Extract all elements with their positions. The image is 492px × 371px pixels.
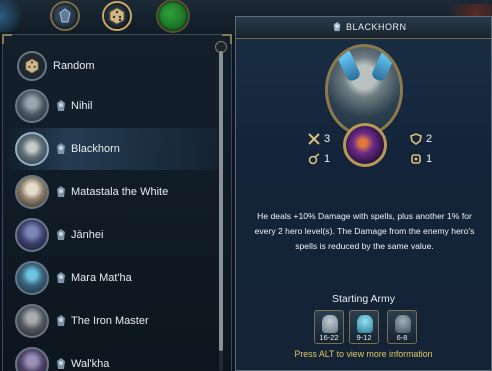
hero-row-iron-master[interactable]: The Iron Master	[3, 300, 218, 342]
necropolis-faction-icon	[57, 358, 65, 369]
unit-count: 6-8	[396, 333, 408, 342]
spellpower-stat: 1	[308, 153, 330, 165]
top-bar-glow	[0, 0, 28, 32]
hero-name: Matastala the White	[71, 186, 169, 198]
green-orb-icon	[158, 1, 188, 31]
hero-portrait	[15, 347, 49, 371]
hero-name: Random	[53, 60, 95, 72]
unit-count: 9-12	[356, 333, 372, 342]
portrait-horn	[370, 49, 396, 83]
defense-stat: 2	[410, 133, 432, 145]
necropolis-faction-icon	[57, 315, 65, 326]
dice-icon	[17, 51, 47, 81]
hero-specialty-description: He deals +10% Damage with spells, plus a…	[254, 211, 475, 251]
spellpower-value: 1	[324, 153, 331, 165]
faction-button[interactable]	[50, 1, 80, 31]
hero-portrait	[15, 89, 49, 123]
faction-emblem-icon	[52, 3, 78, 29]
unit-icon	[322, 315, 338, 333]
knowledge-value: 1	[426, 153, 433, 165]
necropolis-faction-icon	[57, 186, 65, 197]
hero-name: Blackhorn	[71, 143, 120, 155]
hero-portrait	[15, 261, 49, 295]
detail-title-bar: BLACKHORN	[236, 17, 491, 39]
hero-portrait	[15, 175, 49, 209]
hero-row-random[interactable]: Random	[3, 45, 218, 87]
hero-row-mara-matha[interactable]: Mara Mat'ha	[3, 257, 218, 299]
hero-row-janhei[interactable]: Jānhei	[3, 214, 218, 256]
necropolis-faction-icon	[57, 100, 65, 111]
hero-row-nihil[interactable]: Nihil	[3, 85, 218, 127]
unit-icon	[357, 315, 373, 333]
hero-portrait	[15, 304, 49, 338]
hero-name: Wal'kha	[71, 358, 110, 370]
portrait-horn	[336, 49, 362, 83]
hero-row-blackhorn[interactable]: Blackhorn	[3, 128, 218, 170]
shield-icon	[410, 133, 422, 145]
starting-army-label: Starting Army	[331, 293, 396, 305]
necropolis-faction-icon	[57, 272, 65, 283]
hero-name: Jānhei	[71, 229, 104, 241]
necropolis-faction-icon	[57, 143, 65, 154]
dice-icon	[104, 3, 130, 29]
unit-icon	[395, 315, 411, 333]
necropolis-faction-icon	[57, 229, 65, 240]
crossed-swords-icon	[308, 133, 320, 145]
army-unit-slot[interactable]: 9-12	[349, 310, 379, 344]
green-status-button[interactable]	[156, 0, 190, 33]
hero-name: The Iron Master	[71, 315, 149, 327]
knowledge-icon	[411, 154, 421, 164]
necropolis-faction-icon	[333, 22, 341, 32]
hero-portrait	[15, 218, 49, 252]
alt-info-hint: Press ALT to view more information	[294, 349, 433, 359]
army-unit-slot[interactable]: 6-8	[387, 310, 417, 344]
hero-detail-panel: BLACKHORN 3 1 2 1 He deals +10% Damage w…	[235, 16, 492, 371]
hero-name: Mara Mat'ha	[71, 272, 132, 284]
attack-stat: 3	[308, 133, 330, 145]
knowledge-stat: 1	[410, 153, 432, 165]
hero-row-walkha[interactable]: Wal'kha	[3, 343, 218, 371]
unit-count: 16-22	[319, 333, 339, 342]
attack-value: 3	[324, 133, 331, 145]
hero-portrait	[15, 132, 49, 166]
random-dice-button[interactable]	[102, 1, 132, 31]
hero-name: Nihil	[71, 100, 93, 112]
hero-list-panel: Random Nihil Blackhorn Matastala the Whi…	[2, 34, 232, 371]
army-unit-slot[interactable]: 16-22	[314, 310, 344, 344]
panel-corner	[2, 34, 12, 44]
scrollbar-thumb[interactable]	[219, 51, 223, 351]
scrollbar[interactable]	[219, 51, 223, 371]
hero-title: BLACKHORN	[346, 22, 407, 32]
hero-row-matastala[interactable]: Matastala the White	[3, 171, 218, 213]
spellpower-icon	[308, 153, 320, 165]
specialty-spell-icon[interactable]	[343, 123, 387, 167]
defense-value: 2	[426, 133, 433, 145]
